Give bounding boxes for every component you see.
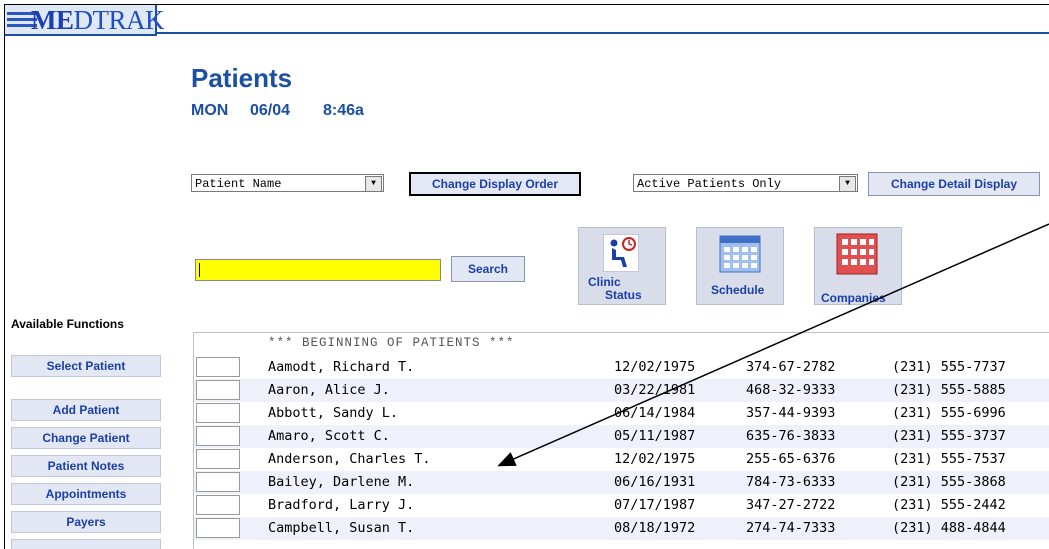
header-bar: MEDTRAK — [5, 5, 1049, 36]
change-display-order-button[interactable]: Change Display Order — [409, 172, 581, 196]
patient-phone: (231) 555-7537 — [892, 451, 1006, 467]
table-row[interactable]: Campbell, Susan T. 08/18/1972 274-74-733… — [194, 517, 1049, 540]
patient-name: Bradford, Larry J. — [268, 497, 415, 513]
header-rule — [155, 32, 1049, 34]
payers-button[interactable]: Payers — [11, 511, 161, 533]
patient-ssn: 374-67-2782 — [746, 359, 836, 375]
chevron-down-icon[interactable]: ▼ — [365, 176, 382, 192]
patient-name: Campbell, Susan T. — [268, 520, 415, 536]
table-row[interactable]: Aamodt, Richard T. 12/02/1975 374-67-278… — [194, 356, 1049, 379]
patient-filter-value: Active Patients Only — [637, 177, 782, 191]
list-header: *** BEGINNING OF PATIENTS *** — [268, 336, 515, 350]
row-select-box[interactable] — [196, 380, 240, 400]
sort-order-select[interactable]: Patient Name ▼ — [191, 174, 384, 192]
patient-ssn: 274-74-7333 — [746, 520, 836, 536]
schedule-button[interactable]: Schedule — [696, 227, 784, 305]
search-input[interactable] — [195, 259, 441, 281]
patient-ssn: 468-32-9333 — [746, 382, 836, 398]
patient-dob: 06/16/1931 — [614, 474, 696, 490]
row-select-box[interactable] — [196, 403, 240, 423]
patient-name: Abbott, Sandy L. — [268, 405, 399, 421]
search-button[interactable]: Search — [451, 256, 525, 282]
patient-dob: 05/11/1987 — [614, 428, 696, 444]
companies-button[interactable]: Companies — [814, 227, 902, 305]
row-select-box[interactable] — [196, 426, 240, 446]
page-title: Patients — [191, 63, 293, 93]
chevron-down-icon[interactable]: ▼ — [839, 176, 856, 192]
patient-dob: 06/14/1984 — [614, 405, 696, 421]
patient-ssn: 784-73-6333 — [746, 474, 836, 490]
clinic-status-button[interactable]: Clinic Status — [578, 227, 666, 305]
app-frame: MEDTRAK Patients MON 06/04 8:46a Patient… — [4, 4, 1049, 549]
patient-ssn: 635-76-3833 — [746, 428, 836, 444]
patient-phone: (231) 555-5885 — [892, 382, 1006, 398]
sort-order-value: Patient Name — [195, 177, 282, 191]
logo-text: MEDTRAK — [31, 5, 164, 35]
patient-name: Amaro, Scott C. — [268, 428, 390, 444]
patient-list[interactable]: *** BEGINNING OF PATIENTS *** Aamodt, Ri… — [193, 332, 1049, 549]
table-row[interactable]: Bailey, Darlene M. 06/16/1931 784-73-633… — [194, 471, 1049, 494]
day-label: MON — [191, 102, 229, 119]
date-label: 06/04 — [250, 102, 291, 119]
patient-dob: 08/18/1972 — [614, 520, 696, 536]
patient-filter-select[interactable]: Active Patients Only ▼ — [633, 174, 858, 192]
table-row[interactable]: Anderson, Charles T. 12/02/1975 255-65-6… — [194, 448, 1049, 471]
patient-dob: 12/02/1975 — [614, 359, 696, 375]
patient-notes-button[interactable]: Patient Notes — [11, 455, 161, 477]
patient-name: Aamodt, Richard T. — [268, 359, 415, 375]
patient-name: Anderson, Charles T. — [268, 451, 431, 467]
patient-dob: 03/22/1981 — [614, 382, 696, 398]
patient-phone: (231) 555-7737 — [892, 359, 1006, 375]
table-row[interactable]: Abbott, Sandy L. 06/14/1984 357-44-9393 … — [194, 402, 1049, 425]
schedule-label: Schedule — [711, 283, 765, 297]
patient-ssn: 357-44-9393 — [746, 405, 836, 421]
patient-dob: 12/02/1975 — [614, 451, 696, 467]
row-select-box[interactable] — [196, 449, 240, 469]
table-row[interactable]: Bradford, Larry J. 07/17/1987 347-27-272… — [194, 494, 1049, 517]
patient-dob: 07/17/1987 — [614, 497, 696, 513]
patient-ssn: 347-27-2722 — [746, 497, 836, 513]
appointments-button[interactable]: Appointments — [11, 483, 161, 505]
patient-phone: (231) 555-6996 — [892, 405, 1006, 421]
change-patient-button[interactable]: Change Patient — [11, 427, 161, 449]
row-select-box[interactable] — [196, 495, 240, 515]
patient-phone: (231) 488-4844 — [892, 520, 1006, 536]
clinic-label-line2: Status — [605, 288, 642, 302]
add-patient-button[interactable]: Add Patient — [11, 399, 161, 421]
text-caret — [199, 263, 200, 277]
patient-phone: (231) 555-3737 — [892, 428, 1006, 444]
clinic-status-icon — [603, 234, 639, 272]
patient-name: Bailey, Darlene M. — [268, 474, 415, 490]
patient-ssn: 255-65-6376 — [746, 451, 836, 467]
available-functions-title: Available Functions — [11, 317, 124, 331]
select-patient-button[interactable]: Select Patient — [11, 355, 161, 377]
row-select-box[interactable] — [196, 357, 240, 377]
patient-phone: (231) 555-2442 — [892, 497, 1006, 513]
schedule-icon — [719, 235, 761, 273]
patient-name: Aaron, Alice J. — [268, 382, 390, 398]
table-row[interactable]: Amaro, Scott C. 05/11/1987 635-76-3833 (… — [194, 425, 1049, 448]
companies-icon — [836, 233, 878, 275]
row-select-box[interactable] — [196, 518, 240, 538]
medtrak-logo: MEDTRAK — [5, 5, 164, 36]
change-detail-display-button[interactable]: Change Detail Display — [868, 172, 1040, 196]
time-label: 8:46a — [323, 102, 364, 119]
table-row[interactable]: Aaron, Alice J. 03/22/1981 468-32-9333 (… — [194, 379, 1049, 402]
row-select-box[interactable] — [196, 472, 240, 492]
companies-label: Companies — [821, 291, 886, 305]
patient-phone: (231) 555-3868 — [892, 474, 1006, 490]
